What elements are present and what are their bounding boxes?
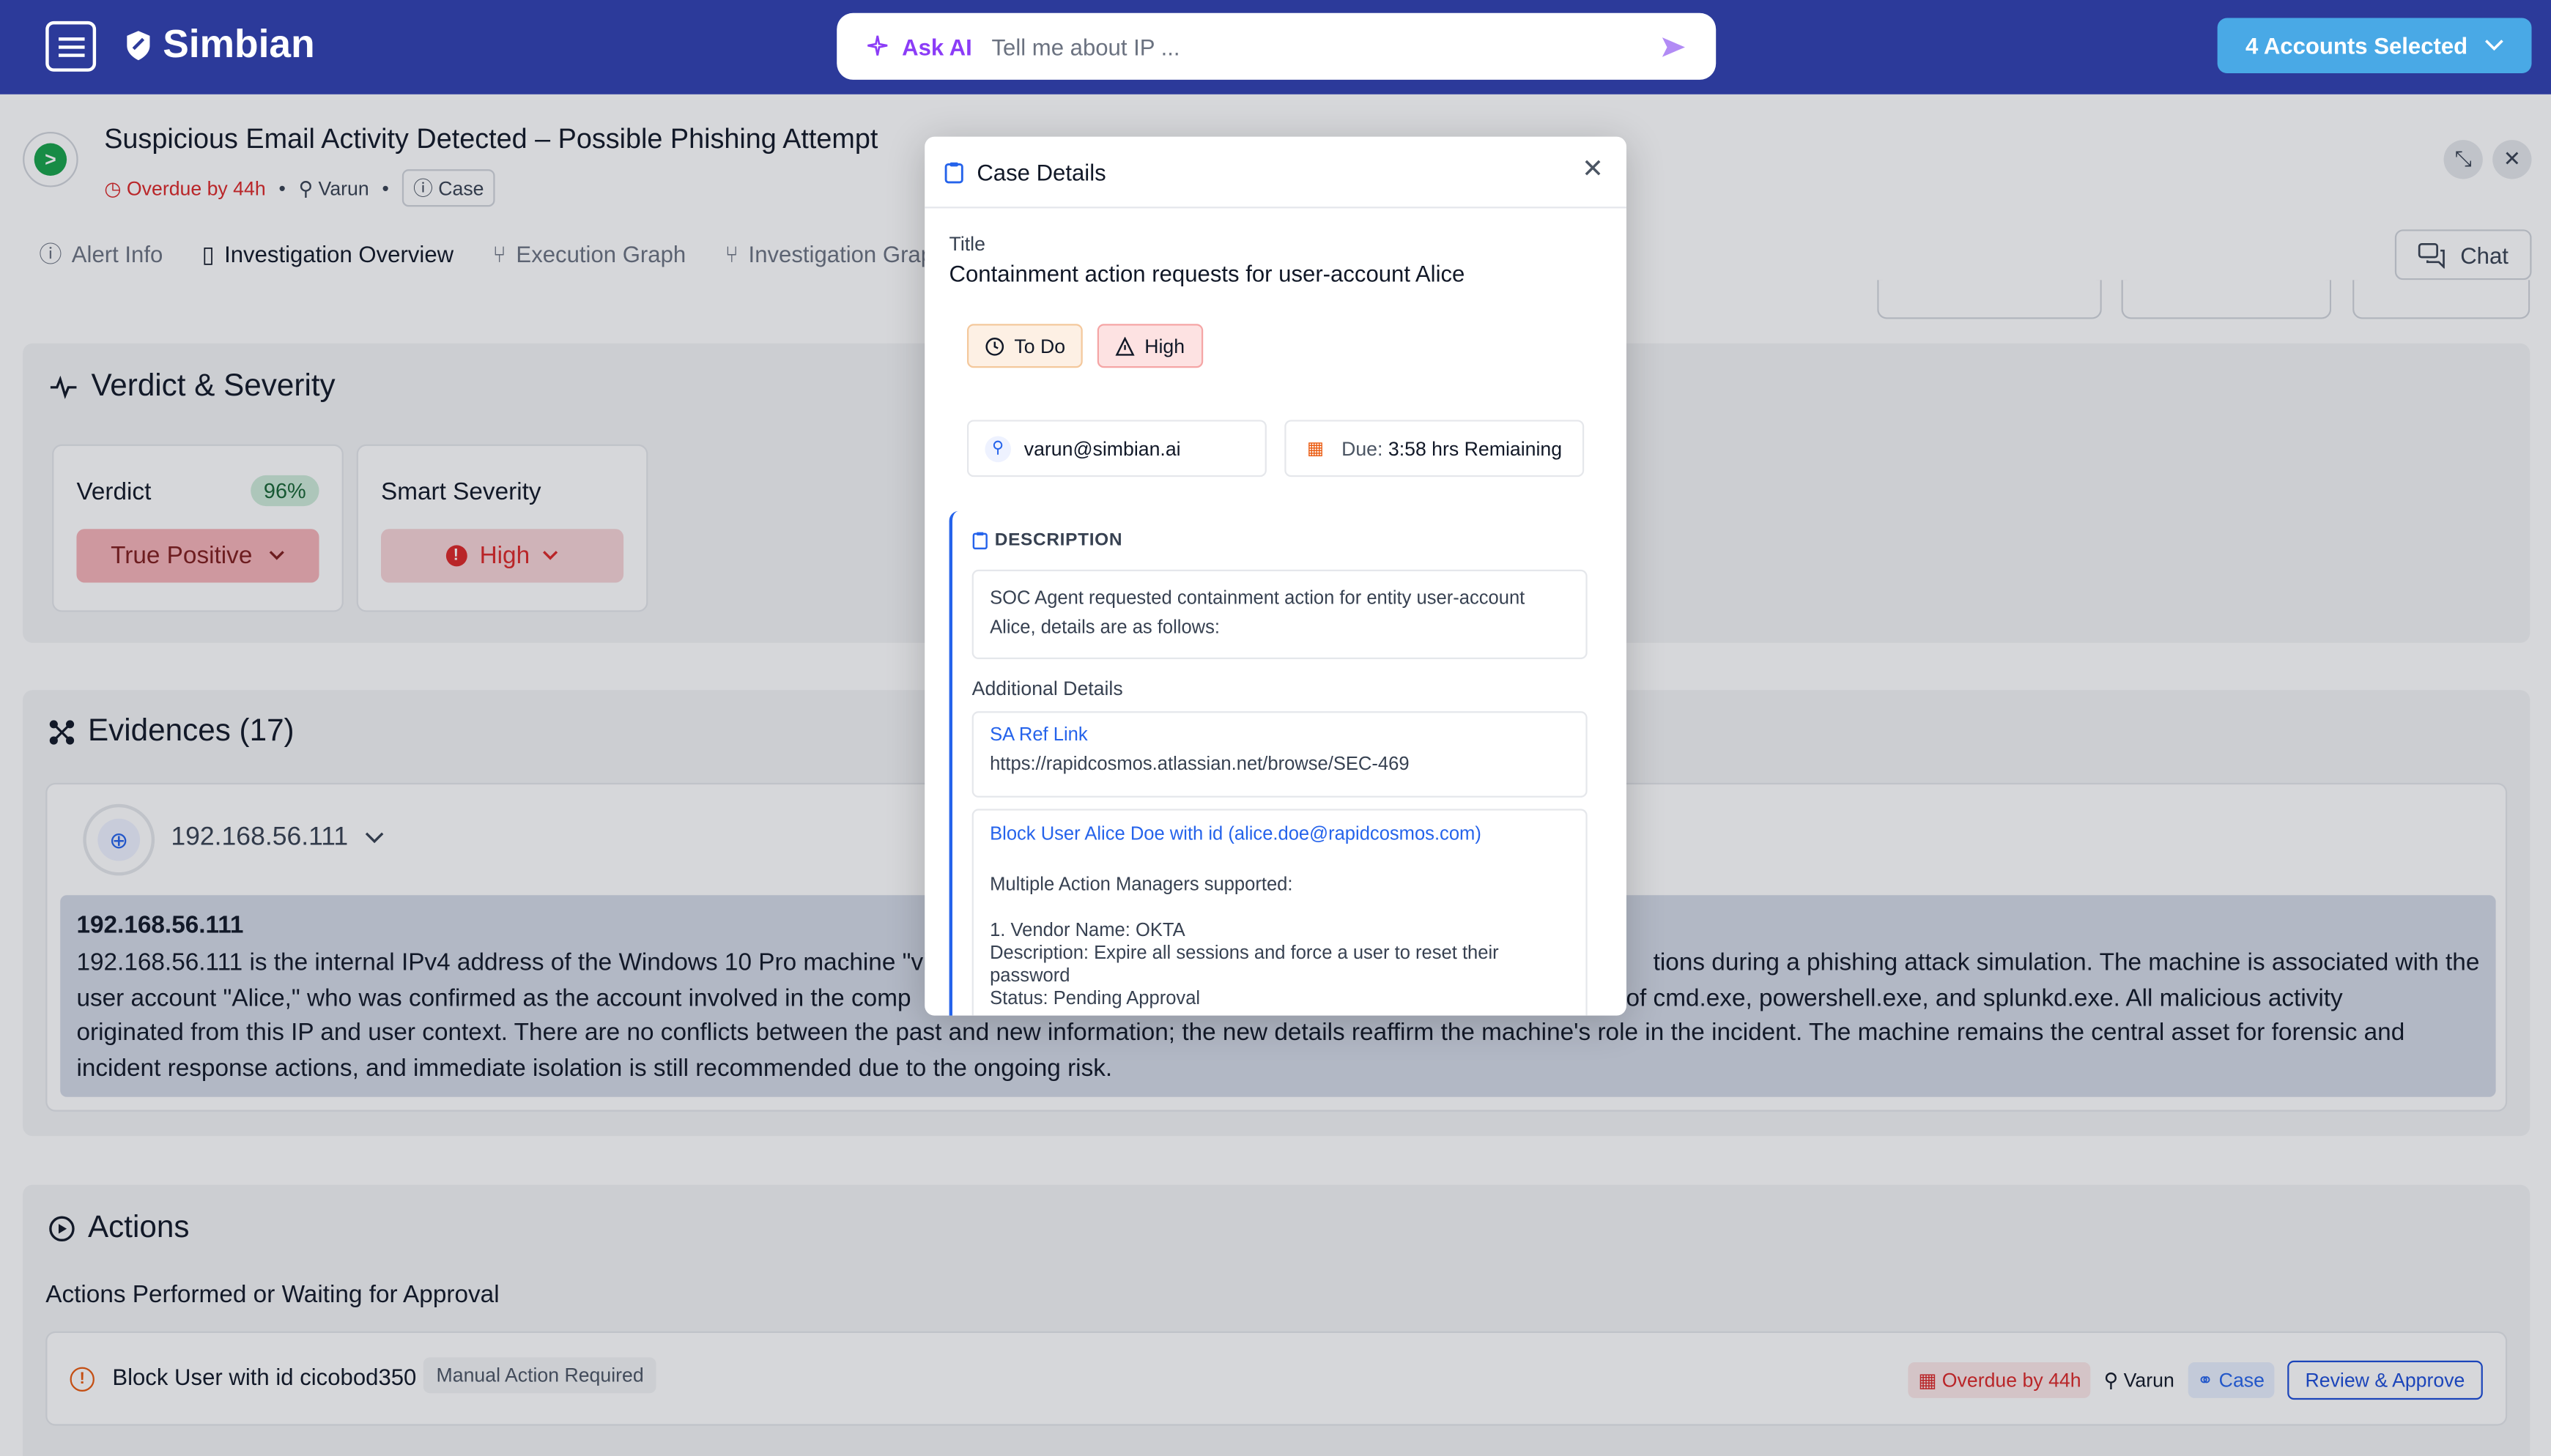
ask-ai-input[interactable] <box>991 33 1661 60</box>
shield-logo-icon <box>127 31 150 61</box>
additional-details-label: Additional Details <box>971 677 1123 700</box>
menu-icon[interactable] <box>45 21 97 72</box>
ask-ai-bar[interactable]: Ask AI <box>837 12 1717 80</box>
app-root: Simbian Ask AI 4 Accounts Selected > Sus… <box>0 0 2551 1456</box>
accounts-label: 4 Accounts Selected <box>2245 32 2468 59</box>
clipboard-icon <box>944 161 963 183</box>
block-detail-line: 1. Vendor Name: OKTA <box>990 921 1185 941</box>
block-user-title[interactable]: Block User Alice Doe with id (alice.doe@… <box>990 825 1569 845</box>
title-label: Title <box>949 232 985 256</box>
warning-triangle-icon <box>1115 335 1135 355</box>
case-title-value: Containment action requests for user-acc… <box>949 260 1465 287</box>
block-user-card: Block User Alice Doe with id (alice.doe@… <box>971 809 1588 1016</box>
ask-ai-label: Ask AI <box>902 33 972 60</box>
modal-header: Case Details ✕ <box>925 137 1626 209</box>
brand-name: Simbian <box>163 23 315 67</box>
accounts-selector[interactable]: 4 Accounts Selected <box>2217 18 2532 73</box>
block-detail-line: password <box>990 966 1070 987</box>
clipboard-icon <box>972 532 988 550</box>
modal-title: Case Details <box>977 158 1106 185</box>
case-details-modal: Case Details ✕ Title Containment action … <box>925 136 1626 1016</box>
description-block: DESCRIPTION SOC Agent requested containm… <box>949 510 1610 1016</box>
ref-link-title: SA Ref Link <box>990 726 1088 746</box>
calendar-icon: ▦ <box>1306 439 1325 459</box>
chevron-down-icon <box>2484 40 2503 51</box>
send-icon[interactable] <box>1661 35 1687 58</box>
ref-link-url[interactable]: https://rapidcosmos.atlassian.net/browse… <box>990 755 1569 775</box>
sparkle-icon <box>867 34 888 55</box>
close-icon[interactable]: ✕ <box>1582 157 1604 185</box>
clock-icon <box>985 336 1004 355</box>
description-text: SOC Agent requested containment action f… <box>971 569 1588 659</box>
user-icon: ⚲ <box>985 435 1011 461</box>
ref-link-card: SA Ref Link https://rapidcosmos.atlassia… <box>971 711 1588 798</box>
assignee-field[interactable]: ⚲ varun@simbian.ai <box>966 420 1267 478</box>
due-field[interactable]: ▦ Due: 3:58 hrs Remiaining <box>1284 420 1585 478</box>
priority-chip[interactable]: High <box>1097 324 1203 368</box>
brand-logo[interactable]: Simbian <box>124 20 315 72</box>
top-bar: Simbian Ask AI 4 Accounts Selected <box>0 0 2551 94</box>
status-chip[interactable]: To Do <box>966 324 1084 368</box>
block-detail-line: Description: Expire all sessions and for… <box>990 943 1499 964</box>
description-header: DESCRIPTION <box>972 530 1123 550</box>
block-detail-line: Status: Pending Approval <box>990 989 1201 1009</box>
block-detail-line: Multiple Action Managers supported: <box>990 875 1293 896</box>
